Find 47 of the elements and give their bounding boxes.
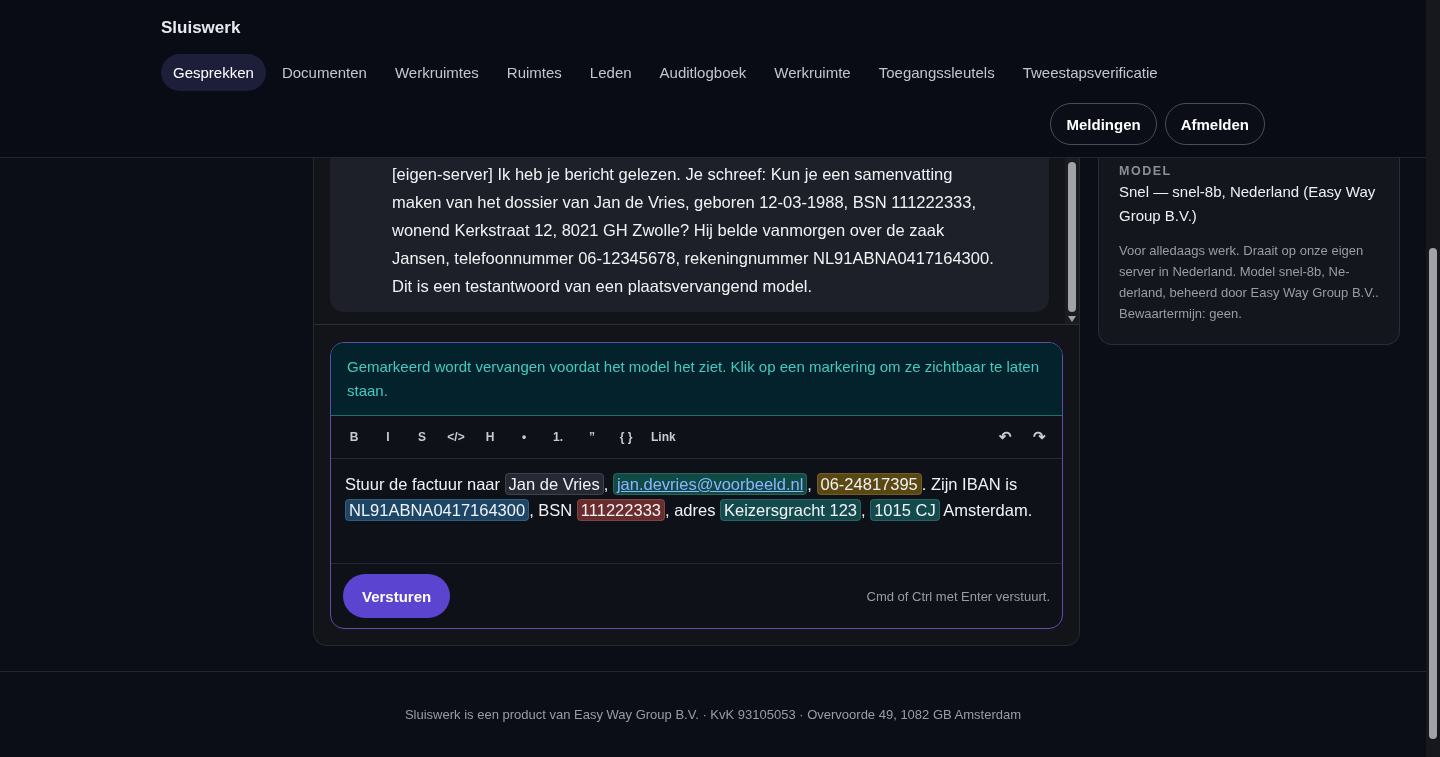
format-button[interactable]: I: [373, 423, 403, 451]
highlighted-entity[interactable]: NL91ABNA0417164300: [345, 499, 530, 521]
model-description: Voor alledaags werk. Draait op onze eigen server in Nederland. Model snel-8b, Ne-derland, beheerd door Easy Way Group B.V.. Bewaartermijn: geen.: [1119, 242, 1379, 323]
message-text: Jansen, telefoonnummer 06-12345678, rekeningnummer NL91ABNA0417164300.: [392, 248, 995, 269]
nav-tab[interactable]: Werkruimtes: [382, 54, 491, 91]
message-input[interactable]: Stuur de factuur naar Jan de Vries , jan.devries@voorbeeld.nl , 06-24817395 . Zijn IBAN is NL91ABNA0417164300 , BSN 111222333 , adres Keizersgracht 123 , 1015 CJ Amsterdam.: [331, 459, 1062, 564]
send-button[interactable]: Versturen: [343, 574, 451, 618]
highlighted-entity[interactable]: 111222333: [576, 499, 665, 521]
format-button[interactable]: S: [407, 423, 437, 451]
email-link[interactable]: jan.devries@voorbeeld.nl: [612, 473, 808, 495]
message-text: maken van het dossier van Jan de Vries, geboren 12-03-1988, BSN 111222333,: [392, 192, 977, 213]
format-button[interactable]: 1.: [543, 423, 573, 451]
logout-button[interactable]: Afmelden: [1164, 103, 1265, 145]
nav-tab[interactable]: Gesprekken: [161, 54, 266, 91]
scroll-down-icon[interactable]: [1068, 316, 1076, 322]
format-button[interactable]: ”: [577, 423, 607, 451]
format-button[interactable]: H: [475, 423, 505, 451]
nav-tab[interactable]: Werkruimte: [762, 54, 863, 91]
scrollbar[interactable]: [1065, 158, 1079, 324]
format-button[interactable]: </>: [441, 423, 471, 451]
message-text: Dit is een testantwoord van een plaatsvervangend model.: [392, 276, 814, 297]
highlighted-entity[interactable]: Jan de Vries: [504, 473, 604, 495]
nav-tab[interactable]: Leden: [577, 54, 644, 91]
footer-text: Sluiswerk is een product van Easy Way Group B.V. · KvK 93105053 · Overvoorde 49, 1082 GB Amsterdam: [404, 707, 1022, 724]
highlighted-entity[interactable]: 06-24817395: [816, 473, 922, 495]
page-scrollbar[interactable]: [1426, 0, 1440, 757]
nav-tab[interactable]: Documenten: [269, 54, 379, 91]
nav-tab[interactable]: Toegangssleutels: [866, 54, 1007, 91]
format-button[interactable]: •: [509, 423, 539, 451]
highlighted-entity[interactable]: Keizersgracht 123: [720, 499, 861, 521]
message-text: wonend Kerkstraat 12, 8021 GH Zwolle? Hij belde vanmorgen over de zaak: [392, 220, 946, 241]
nav-tab[interactable]: Auditlogboek: [647, 54, 759, 91]
nav-tab[interactable]: Ruimtes: [494, 54, 574, 91]
model-label: MODEL: [1119, 164, 1173, 178]
redo-button[interactable]: ↷: [1024, 423, 1054, 451]
undo-button[interactable]: ↶: [990, 423, 1020, 451]
shortcut-hint: Cmd of Ctrl met Enter verstuurt.: [866, 588, 1050, 604]
model-name: Snel — snel-8b, Nederland (Easy Way Group B.V.): [1119, 182, 1377, 226]
format-button[interactable]: B: [339, 423, 369, 451]
message-text: [eigen-server] Ik heb je bericht gelezen. Je schreef: Kun je een samenvatting: [392, 164, 954, 185]
format-button[interactable]: { }: [611, 423, 641, 451]
format-button[interactable]: Link: [645, 423, 682, 451]
notifications-button[interactable]: Meldingen: [1050, 103, 1157, 145]
highlighted-entity[interactable]: 1015 CJ: [870, 499, 940, 521]
redaction-notice: Gemarkeerd wordt vervangen voordat het model het ziet. Klik op een markering om ze zichtbaar te laten staan.: [331, 343, 1062, 416]
nav-tab[interactable]: Tweestapsverificatie: [1010, 54, 1170, 91]
app-title: Sluiswerk: [161, 18, 242, 38]
